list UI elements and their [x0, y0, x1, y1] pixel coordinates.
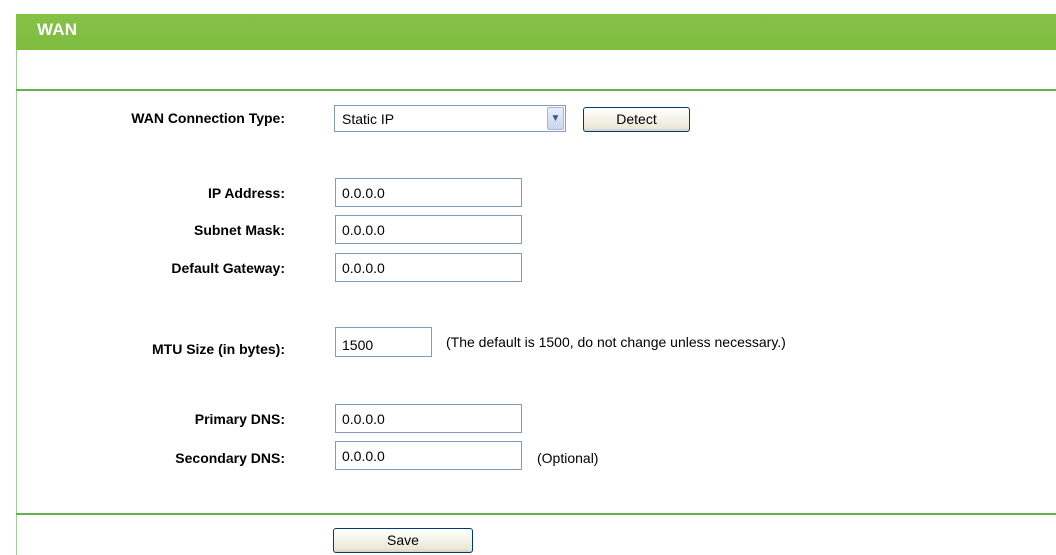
ip-address-input[interactable]: 0.0.0.0	[335, 178, 522, 207]
secondary-dns-input[interactable]: 0.0.0.0	[335, 441, 522, 470]
default-gateway-input[interactable]: 0.0.0.0	[335, 253, 522, 282]
chevron-down-icon[interactable]: ▼	[547, 107, 564, 130]
divider-bottom	[16, 513, 1056, 515]
save-button[interactable]: Save	[333, 528, 473, 553]
default-gateway-label: Default Gateway:	[171, 260, 285, 276]
mtu-size-label: MTU Size (in bytes):	[151, 341, 285, 357]
subnet-mask-label: Subnet Mask:	[193, 222, 285, 238]
mtu-size-input[interactable]: 1500	[335, 327, 432, 357]
secondary-dns-label: Secondary DNS:	[175, 450, 285, 466]
page-title: WAN	[37, 20, 78, 39]
divider-top	[16, 89, 1056, 91]
subnet-mask-input[interactable]: 0.0.0.0	[335, 215, 522, 244]
section-header: WAN	[16, 14, 1056, 50]
primary-dns-input[interactable]: 0.0.0.0	[335, 404, 522, 433]
primary-dns-label: Primary DNS:	[194, 411, 285, 427]
frame-border	[16, 14, 17, 555]
wan-connection-type-value: Static IP	[342, 111, 395, 127]
mtu-hint: (The default is 1500, do not change unle…	[446, 334, 786, 350]
wan-connection-type-label: WAN Connection Type:	[131, 110, 285, 126]
detect-button[interactable]: Detect	[583, 107, 690, 132]
secondary-dns-optional-note: (Optional)	[537, 450, 599, 466]
ip-address-label: IP Address:	[207, 185, 285, 201]
wan-connection-type-select[interactable]: Static IP ▼	[334, 105, 566, 132]
